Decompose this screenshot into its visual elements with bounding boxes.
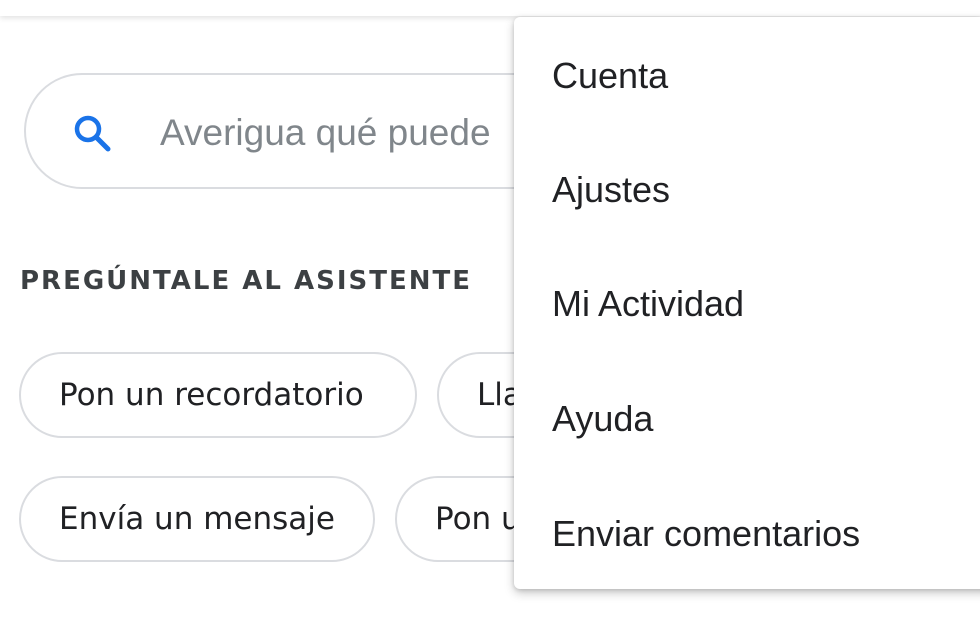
suggestion-chip-reminder[interactable]: Pon un recordatorio [19, 352, 417, 438]
menu-item-ajustes[interactable]: Ajustes [514, 133, 980, 247]
app-bar-edge [0, 0, 980, 16]
menu-item-enviar-comentarios[interactable]: Enviar comentarios [514, 477, 980, 591]
search-icon [74, 115, 111, 152]
menu-item-ayuda[interactable]: Ayuda [514, 362, 980, 476]
suggestion-chip-message[interactable]: Envía un mensaje [19, 476, 375, 562]
section-title: PREGÚNTALE AL ASISTENTE [20, 266, 473, 296]
overflow-menu: Cuenta Ajustes Mi Actividad Ayuda Enviar… [514, 17, 980, 589]
menu-item-cuenta[interactable]: Cuenta [514, 19, 980, 133]
menu-item-mi-actividad[interactable]: Mi Actividad [514, 247, 980, 361]
